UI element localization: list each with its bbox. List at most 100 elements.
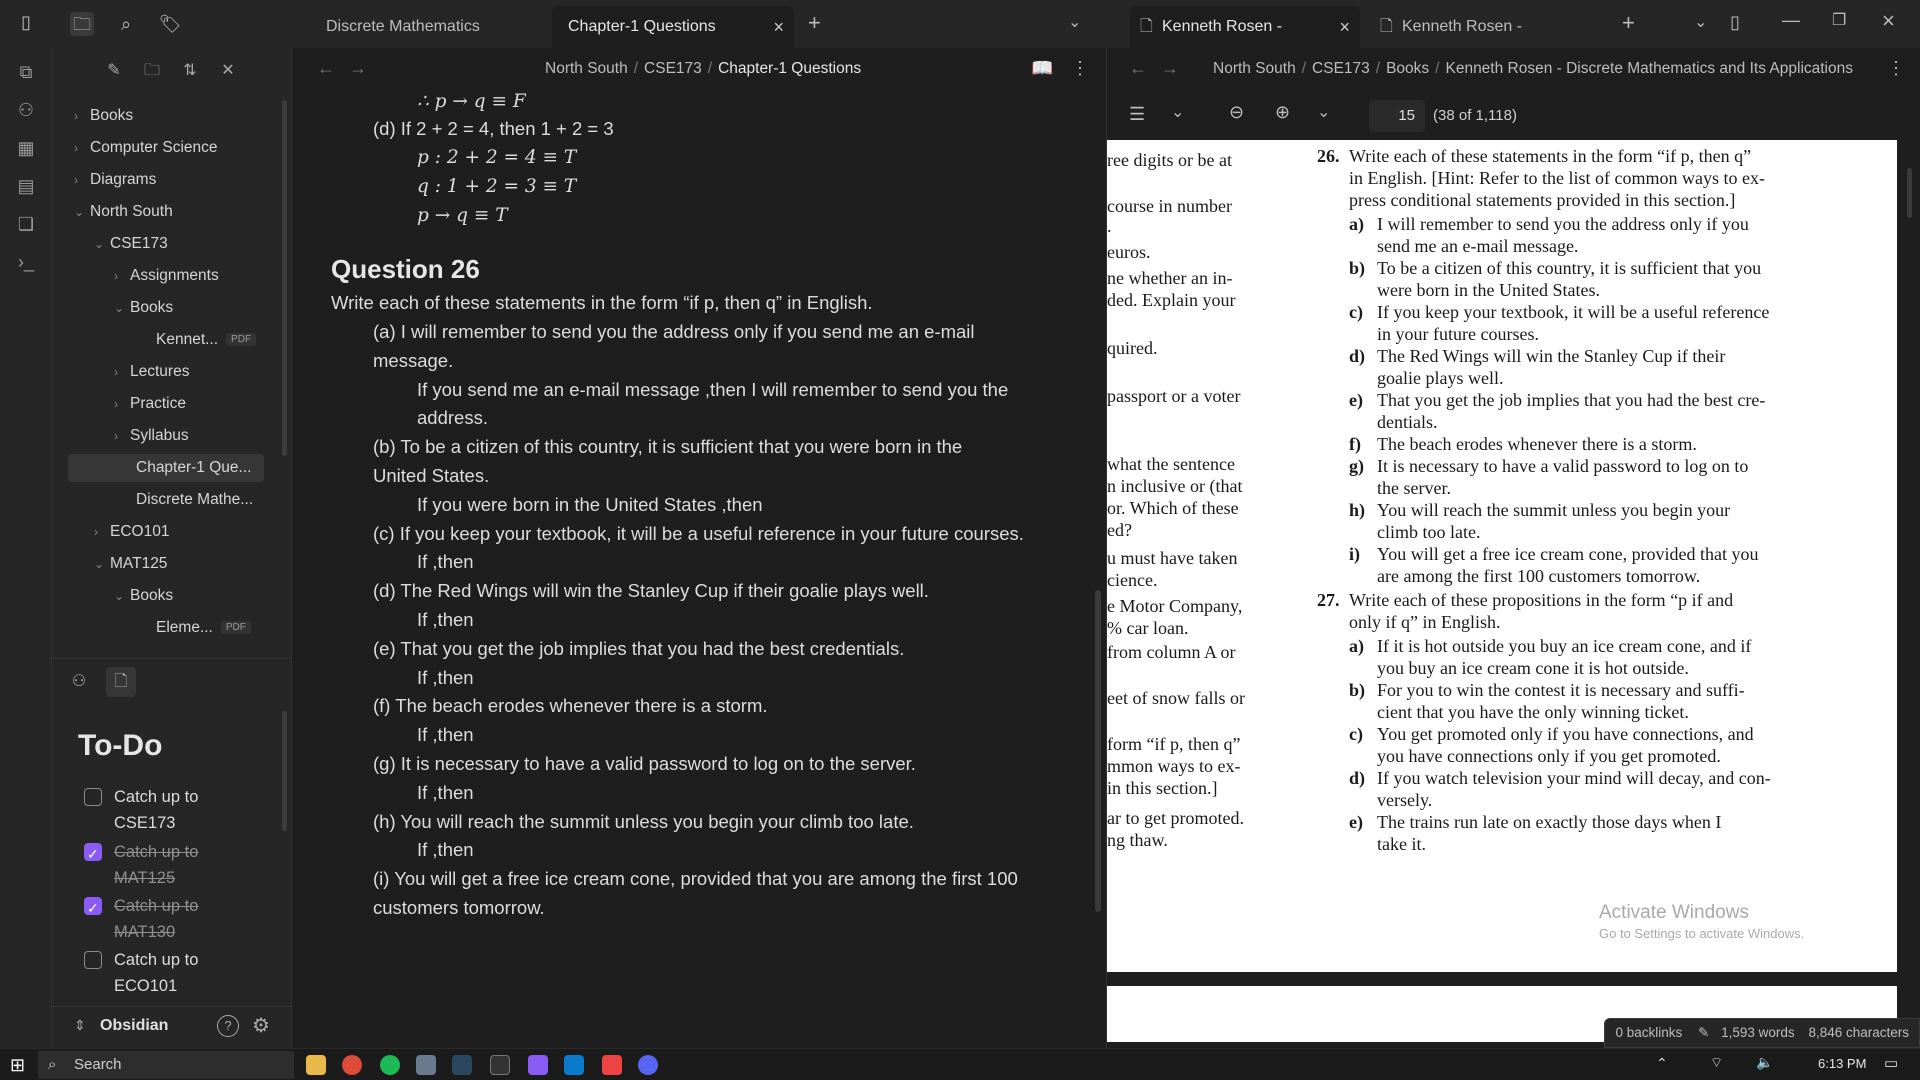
- graph-icon[interactable]: ⚇: [14, 98, 38, 122]
- checkbox-checked[interactable]: [84, 841, 102, 867]
- folder-assignments[interactable]: › Assignments: [114, 262, 219, 290]
- steam-app-icon[interactable]: [452, 1055, 472, 1075]
- chevron-down-icon[interactable]: ⌄: [1171, 102, 1184, 122]
- files-icon[interactable]: ⧉: [14, 60, 38, 84]
- folder-lectures[interactable]: › Lectures: [114, 358, 189, 386]
- folder-books[interactable]: › Books: [74, 102, 133, 130]
- forward-arrow-icon[interactable]: →: [1161, 58, 1179, 79]
- collapse-all-icon[interactable]: ✕: [216, 59, 240, 83]
- new-folder-icon[interactable]: 🗀: [140, 59, 164, 83]
- help-icon[interactable]: ?: [217, 1015, 239, 1037]
- chevron-down-icon[interactable]: ⌄: [1317, 102, 1330, 122]
- chrome-app-icon[interactable]: [342, 1055, 362, 1075]
- new-tab-icon[interactable]: +: [808, 10, 821, 36]
- checkbox[interactable]: [84, 788, 102, 806]
- folder-practice[interactable]: › Practice: [114, 390, 186, 418]
- zoom-out-icon[interactable]: ⊖: [1229, 102, 1244, 123]
- spotify-app-icon[interactable]: [380, 1055, 400, 1075]
- new-tab-icon[interactable]: +: [1622, 10, 1635, 36]
- minimize-icon[interactable]: —: [1782, 10, 1800, 31]
- vault-switcher[interactable]: ⇕ Obsidian ? ⚙: [52, 1006, 292, 1048]
- chevron-down-icon[interactable]: ⌄: [1068, 12, 1081, 32]
- reading-view-icon[interactable]: 📖: [1031, 58, 1053, 79]
- file-chapter-1-questions[interactable]: Chapter-1 Que...: [68, 454, 264, 482]
- search-icon[interactable]: ⌕: [114, 12, 138, 36]
- toggle-sidebar-icon[interactable]: ▯: [14, 12, 38, 36]
- volume-icon[interactable]: 🔈: [1756, 1054, 1773, 1071]
- breadcrumb-item[interactable]: CSE173: [1312, 60, 1370, 77]
- folder-diagrams[interactable]: › Diagrams: [74, 166, 156, 194]
- folder-books-cse173[interactable]: ⌄ Books: [114, 294, 173, 322]
- file-kenneth-pdf[interactable]: Kennet... PDF: [156, 326, 257, 354]
- copy-icon[interactable]: ❏: [14, 212, 38, 236]
- canvas-icon[interactable]: ▦: [14, 136, 38, 160]
- wifi-icon[interactable]: ⌔: [1710, 1054, 1723, 1072]
- pdf-scrollbar[interactable]: [1907, 168, 1912, 218]
- todo-item[interactable]: Catch up to ECO101: [84, 947, 254, 999]
- tab-kenneth-rosen-1[interactable]: 🗋Kenneth Rosen - Discre...×: [1130, 6, 1360, 77]
- breadcrumb-item[interactable]: Books: [1386, 60, 1429, 77]
- note-scrollbar[interactable]: [1095, 590, 1101, 912]
- taskbar-search[interactable]: ⌕ Search: [38, 1051, 294, 1079]
- terminal-app-icon[interactable]: [490, 1055, 510, 1075]
- chevron-down-icon[interactable]: ⌄: [1694, 12, 1707, 32]
- file-discrete-mathematics[interactable]: Discrete Mathe...: [136, 486, 253, 514]
- back-arrow-icon[interactable]: ←: [317, 58, 335, 79]
- breadcrumb-current[interactable]: Chapter-1 Questions: [718, 60, 861, 77]
- breadcrumb-item[interactable]: North South: [545, 60, 628, 77]
- breadcrumb-item[interactable]: CSE173: [644, 60, 702, 77]
- terminal-icon[interactable]: ›_: [14, 250, 38, 274]
- backlinks-count[interactable]: 0 backlinks: [1615, 1025, 1682, 1040]
- pdf-page[interactable]: ree digits or be at course in number . e…: [1107, 140, 1897, 972]
- folder-cse173[interactable]: ⌄ CSE173: [94, 230, 168, 258]
- calendar-icon[interactable]: ▤: [14, 174, 38, 198]
- breadcrumb-item[interactable]: North South: [1213, 60, 1296, 77]
- git-icon[interactable]: ⚇: [64, 667, 94, 697]
- tab-chapter-1-questions[interactable]: Chapter-1 Questions ×: [552, 6, 794, 48]
- file-explorer-app-icon[interactable]: [306, 1055, 326, 1075]
- checkbox[interactable]: [84, 951, 102, 969]
- todo-scrollbar[interactable]: [282, 711, 287, 831]
- todo-item[interactable]: Catch up to CSE173: [84, 784, 254, 836]
- clock[interactable]: 6:13 PM: [1818, 1056, 1866, 1071]
- folder-mat125[interactable]: ⌄ MAT125: [94, 550, 167, 578]
- windows-start-icon[interactable]: ⊞: [10, 1055, 25, 1076]
- notifications-icon[interactable]: ▭: [1884, 1054, 1898, 1072]
- vscode-app-icon[interactable]: [564, 1055, 584, 1075]
- thumbnails-icon[interactable]: ☰: [1129, 104, 1145, 125]
- folder-syllabus[interactable]: › Syllabus: [114, 422, 189, 450]
- close-window-icon[interactable]: ×: [1882, 8, 1895, 34]
- more-options-icon[interactable]: ⋮: [1071, 58, 1089, 79]
- tab-kenneth-rosen-2[interactable]: 🗋Kenneth Rosen - Discrete ...: [1370, 6, 1600, 77]
- folder-north-south[interactable]: ⌄ North South: [74, 198, 173, 226]
- tab-discrete-mathematics[interactable]: Discrete Mathematics: [310, 6, 546, 48]
- folder-computer-science[interactable]: › Computer Science: [74, 134, 218, 162]
- close-icon[interactable]: ×: [1339, 6, 1350, 48]
- restore-icon[interactable]: ❐: [1832, 10, 1846, 30]
- tray-up-icon[interactable]: ⌃: [1656, 1055, 1668, 1072]
- document-icon[interactable]: 🗋: [106, 667, 136, 697]
- discord-app-icon[interactable]: [638, 1055, 658, 1075]
- forward-arrow-icon[interactable]: →: [349, 58, 367, 79]
- explorer-scrollbar[interactable]: [282, 100, 287, 456]
- file-eleme-pdf[interactable]: Eleme... PDF: [156, 614, 251, 642]
- checkbox-checked[interactable]: [84, 895, 102, 921]
- todo-item[interactable]: Catch up to MAT130: [84, 893, 254, 945]
- todo-item[interactable]: Catch up to MAT125: [84, 839, 254, 891]
- app-icon[interactable]: [602, 1055, 622, 1075]
- zoom-in-icon[interactable]: ⊕: [1275, 102, 1290, 123]
- close-icon[interactable]: ×: [773, 6, 784, 48]
- more-options-icon[interactable]: ⋮: [1887, 58, 1905, 79]
- page-number-input[interactable]: 15: [1369, 100, 1425, 132]
- settings-icon[interactable]: ⚙: [252, 1013, 270, 1038]
- new-note-icon[interactable]: ✎: [102, 59, 126, 83]
- sort-icon[interactable]: ⇅: [178, 59, 202, 83]
- note-content[interactable]: ∴ p → q ≡ F (d) If 2 + 2 = 4, then 1 + 2…: [293, 92, 1105, 1048]
- folder-eco101[interactable]: › ECO101: [94, 518, 169, 546]
- bookmark-icon[interactable]: 🏷: [158, 12, 182, 36]
- back-arrow-icon[interactable]: ←: [1129, 58, 1147, 79]
- app-icon[interactable]: [416, 1055, 436, 1075]
- obsidian-app-icon[interactable]: [528, 1055, 548, 1075]
- folder-books-mat125[interactable]: ⌄ Books: [114, 582, 173, 610]
- toggle-right-sidebar-icon[interactable]: ▯: [1730, 12, 1740, 33]
